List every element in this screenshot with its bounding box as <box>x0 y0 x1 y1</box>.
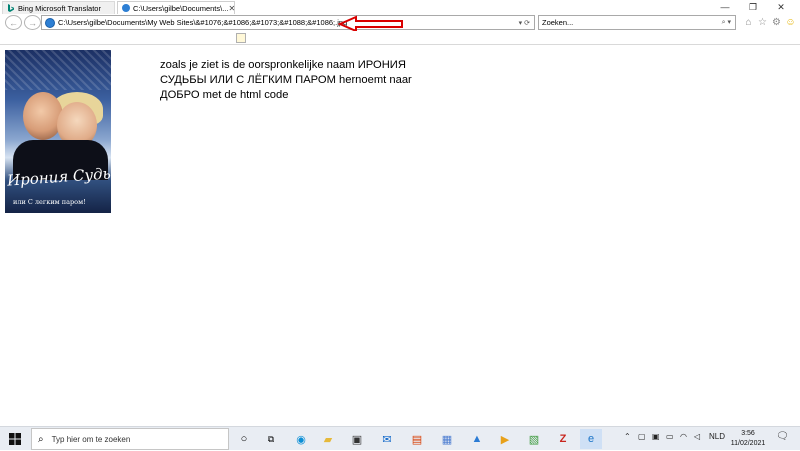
address-controls[interactable]: ▾ ⟳ <box>519 19 530 27</box>
minimize-button[interactable]: — <box>712 0 738 14</box>
edge-icon[interactable]: ◉ <box>290 429 312 449</box>
close-button[interactable]: ✕ <box>768 0 794 14</box>
smiley-feedback-icon[interactable]: ☺ <box>784 16 797 29</box>
ie-page-icon <box>45 17 55 28</box>
language-indicator[interactable]: NLD <box>709 432 725 441</box>
app-person-icon[interactable]: ▲ <box>466 429 488 449</box>
tray-app2-icon[interactable]: ▣ <box>652 432 660 441</box>
store-icon[interactable]: ▣ <box>346 429 368 449</box>
app-window-icon[interactable]: ▦ <box>436 429 458 449</box>
mail-icon[interactable]: ✉ <box>376 429 398 449</box>
address-bar[interactable]: C:\Users\gilbe\Documents\My Web Sites\&#… <box>41 15 535 30</box>
clock[interactable]: 3:56 11/02/2021 <box>728 429 768 449</box>
forward-button[interactable]: → <box>24 15 41 30</box>
arrow-left-icon: ← <box>9 17 18 28</box>
task-view-icon[interactable]: ⧉ <box>260 429 282 449</box>
wifi-icon[interactable]: ◠ <box>680 432 687 441</box>
tray-app-icon[interactable]: ▢ <box>638 432 646 441</box>
bing-icon <box>8 4 14 12</box>
poster-subtitle: или С легким паром! <box>13 198 86 206</box>
chevron-up-icon[interactable]: ⌃ <box>624 432 631 441</box>
clock-date: 11/02/2021 <box>730 440 766 447</box>
clock-time: 3:56 <box>741 430 755 437</box>
ie-page-icon <box>122 4 130 12</box>
office-icon[interactable]: ▤ <box>406 429 428 449</box>
taskbar-search-placeholder[interactable]: Typ hier om te zoeken <box>52 435 131 444</box>
search-controls[interactable]: ⌕ ▾ <box>722 18 731 27</box>
poster-frost-pattern <box>5 50 111 90</box>
poster-man-face <box>23 92 63 140</box>
windows-logo-icon <box>9 433 21 445</box>
page-text: zoals je ziet is de oorspronkelijke naam… <box>160 59 412 101</box>
cortana-icon[interactable]: ○ <box>233 429 255 449</box>
tab-close-icon[interactable]: ✕ <box>228 4 234 13</box>
tab-label: C:\Users\gilbe\Documents\... <box>133 3 229 13</box>
tab-bar <box>0 31 800 45</box>
tab-local-file[interactable]: C:\Users\gilbe\Documents\... ✕ <box>117 1 235 14</box>
file-explorer-icon[interactable]: ▰ <box>317 429 339 449</box>
new-tab-button[interactable] <box>236 33 246 43</box>
media-player-icon[interactable]: ▶ <box>494 429 516 449</box>
address-text[interactable]: C:\Users\gilbe\Documents\My Web Sites\&#… <box>58 18 519 27</box>
search-box[interactable]: Zoeken... ⌕ ▾ <box>538 15 736 30</box>
restore-button[interactable]: ❐ <box>740 0 766 14</box>
home-icon[interactable]: ⌂ <box>742 16 755 29</box>
taskbar-search-box[interactable]: ⌕ Typ hier om te zoeken <box>31 428 229 450</box>
search-icon: ⌕ <box>38 433 44 445</box>
volume-icon[interactable]: ◁ <box>694 432 700 441</box>
notifications-icon[interactable]: 🗨 <box>776 431 789 442</box>
back-button[interactable]: ← <box>5 15 22 30</box>
tab-label: Bing Microsoft Translator <box>18 3 101 13</box>
arrow-right-icon: → <box>28 17 37 28</box>
favorites-star-icon[interactable]: ☆ <box>756 16 769 29</box>
battery-icon[interactable]: ▭ <box>666 432 674 441</box>
settings-gear-icon[interactable]: ⚙ <box>770 16 783 29</box>
image-editor-icon[interactable]: ▧ <box>523 429 545 449</box>
movie-poster-image: Ирония Судьбы. или С легким паром! <box>5 50 111 213</box>
tab-bing-translator[interactable]: Bing Microsoft Translator <box>2 1 115 14</box>
taskbar: ⌕ Typ hier om te zoeken ○ ⧉ ◉ ▰ ▣ ✉ ▤ ▦ … <box>0 426 800 450</box>
internet-explorer-icon[interactable]: e <box>580 429 602 449</box>
start-button[interactable] <box>0 427 30 451</box>
filezilla-icon[interactable]: Z <box>552 429 574 449</box>
search-placeholder[interactable]: Zoeken... <box>542 18 722 27</box>
